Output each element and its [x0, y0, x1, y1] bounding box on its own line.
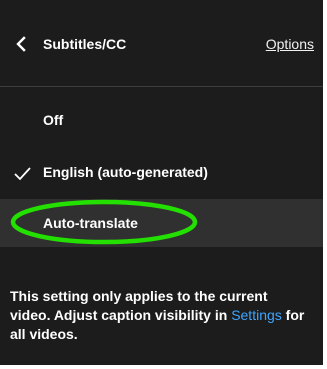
caption-settings-note: This setting only applies to the current… [10, 287, 310, 344]
subtitles-menu-panel: Subtitles/CC Options Off English (auto-g… [0, 0, 327, 369]
menu-item-auto-translate[interactable]: Auto-translate [0, 199, 323, 247]
menu-item-label: English (auto-generated) [43, 164, 208, 180]
options-link[interactable]: Options [266, 36, 314, 52]
settings-link[interactable]: Settings [231, 307, 282, 323]
menu-item-label: Off [43, 112, 64, 128]
menu-item-off[interactable]: Off [0, 96, 323, 144]
menu-item-english-auto-generated[interactable]: English (auto-generated) [0, 148, 323, 196]
header-divider [0, 86, 323, 87]
chevron-left-icon[interactable] [14, 36, 28, 52]
menu-item-label: Auto-translate [43, 215, 138, 231]
note-text: This setting only applies to the current… [10, 288, 268, 323]
checkmark-icon [14, 167, 31, 181]
menu-header: Subtitles/CC Options [0, 0, 323, 86]
menu-title: Subtitles/CC [43, 36, 127, 52]
